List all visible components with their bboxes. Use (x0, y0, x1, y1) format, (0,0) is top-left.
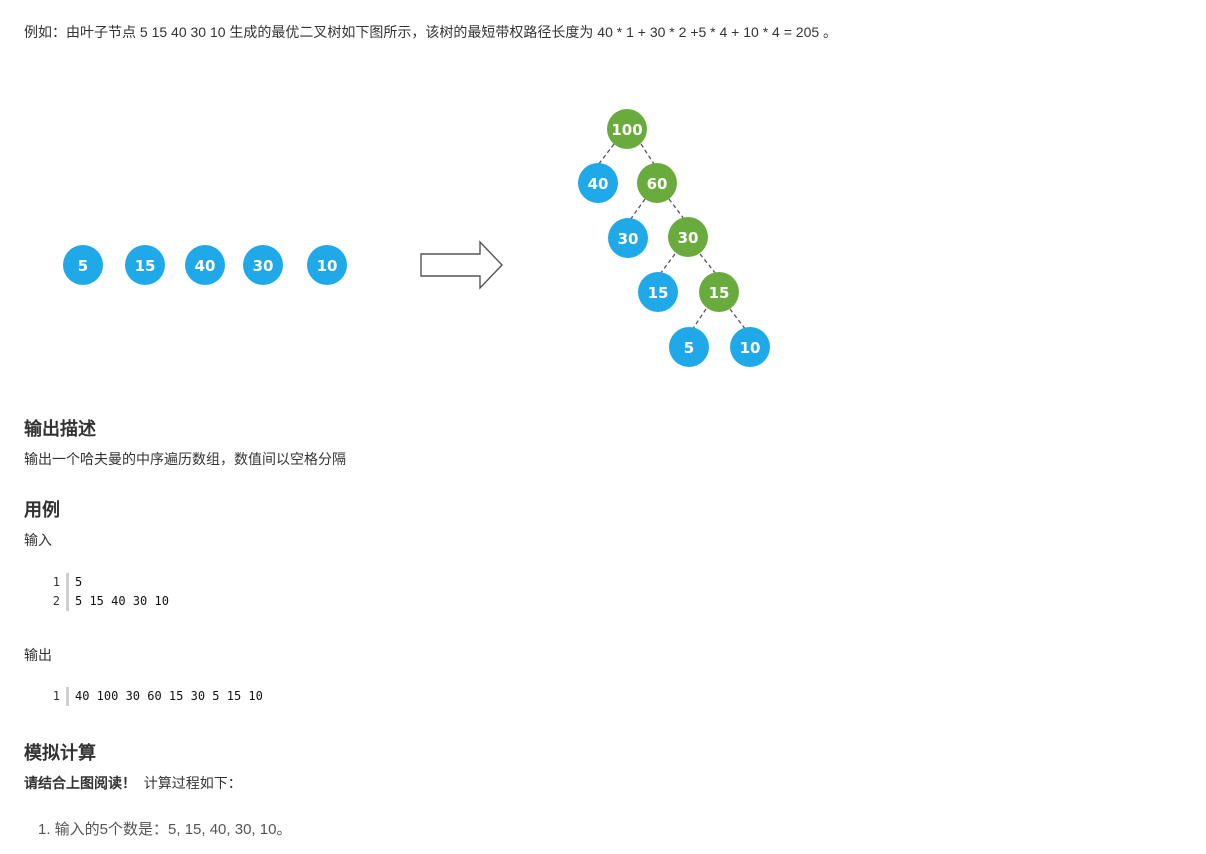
svg-text:30: 30 (678, 229, 699, 247)
line-numbers: 1 2 (52, 575, 60, 608)
leaf-node: 30 (243, 245, 283, 285)
leaf-nodes-row: 5 15 40 30 10 (63, 245, 347, 285)
svg-text:30: 30 (253, 257, 274, 275)
note-text: 计算过程如下： (143, 775, 242, 791)
code-lines: 5 5 15 40 30 10 (75, 573, 169, 611)
svg-text:15: 15 (648, 284, 669, 302)
svg-text:15: 15 (135, 257, 156, 275)
example-heading: 用例 (24, 500, 60, 520)
code-line: 5 (75, 575, 83, 589)
leaf-node: 15 (125, 245, 165, 285)
tree-node: 30 (668, 217, 708, 257)
leaf-node: 10 (307, 245, 347, 285)
tree-node: 15 (638, 272, 678, 312)
tree-node-root: 100 (607, 109, 647, 149)
input-code-block: 1 2 5 5 15 40 30 10 (40, 573, 169, 611)
line-numbers: 1 (52, 689, 60, 703)
svg-text:60: 60 (647, 175, 668, 193)
svg-text:15: 15 (709, 284, 730, 302)
svg-text:40: 40 (195, 257, 216, 275)
code-line: 40 100 30 60 15 30 5 15 10 (75, 689, 263, 703)
code-line: 5 15 40 30 10 (75, 594, 169, 608)
svg-text:5: 5 (684, 339, 694, 357)
svg-text:10: 10 (740, 339, 761, 357)
output-label: 输出 (24, 647, 52, 663)
output-code-block: 1 40 100 30 60 15 30 5 15 10 (40, 687, 263, 706)
simulation-note: 请结合上图阅读！ 计算过程如下： (24, 773, 242, 793)
tree-node: 15 (699, 272, 739, 312)
leaf-node: 5 (63, 245, 103, 285)
right-arrow-icon (420, 240, 503, 290)
code-gutter-bar (66, 687, 69, 706)
tree-node: 30 (608, 218, 648, 258)
intro-text: 例如：由叶子节点 5 15 40 30 10 生成的最优二叉树如下图所示，该树的… (24, 24, 838, 40)
svg-text:30: 30 (618, 230, 639, 248)
simulation-heading: 模拟计算 (24, 743, 96, 763)
code-lines: 40 100 30 60 15 30 5 15 10 (75, 687, 263, 706)
input-label: 输入 (24, 532, 52, 548)
leaf-node: 40 (185, 245, 225, 285)
output-heading: 输出描述 (24, 419, 96, 439)
code-gutter-bar (66, 573, 69, 611)
svg-text:5: 5 (78, 257, 88, 275)
tree-node: 40 (578, 163, 618, 203)
tree-node: 60 (637, 163, 677, 203)
huffman-figure: 5 15 40 30 10 100 40 60 30 30 15 15 5 10 (63, 109, 770, 367)
svg-text:100: 100 (611, 121, 642, 139)
output-description: 输出一个哈夫曼的中序遍历数组，数值间以空格分隔 (24, 451, 346, 467)
tree-node: 5 (669, 327, 709, 367)
tree-node: 10 (730, 327, 770, 367)
list-item: 1. 输入的5个数是：5, 15, 40, 30, 10。 (38, 821, 292, 838)
svg-text:10: 10 (317, 257, 338, 275)
note-bold: 请结合上图阅读！ (24, 775, 136, 791)
svg-text:40: 40 (588, 175, 609, 193)
